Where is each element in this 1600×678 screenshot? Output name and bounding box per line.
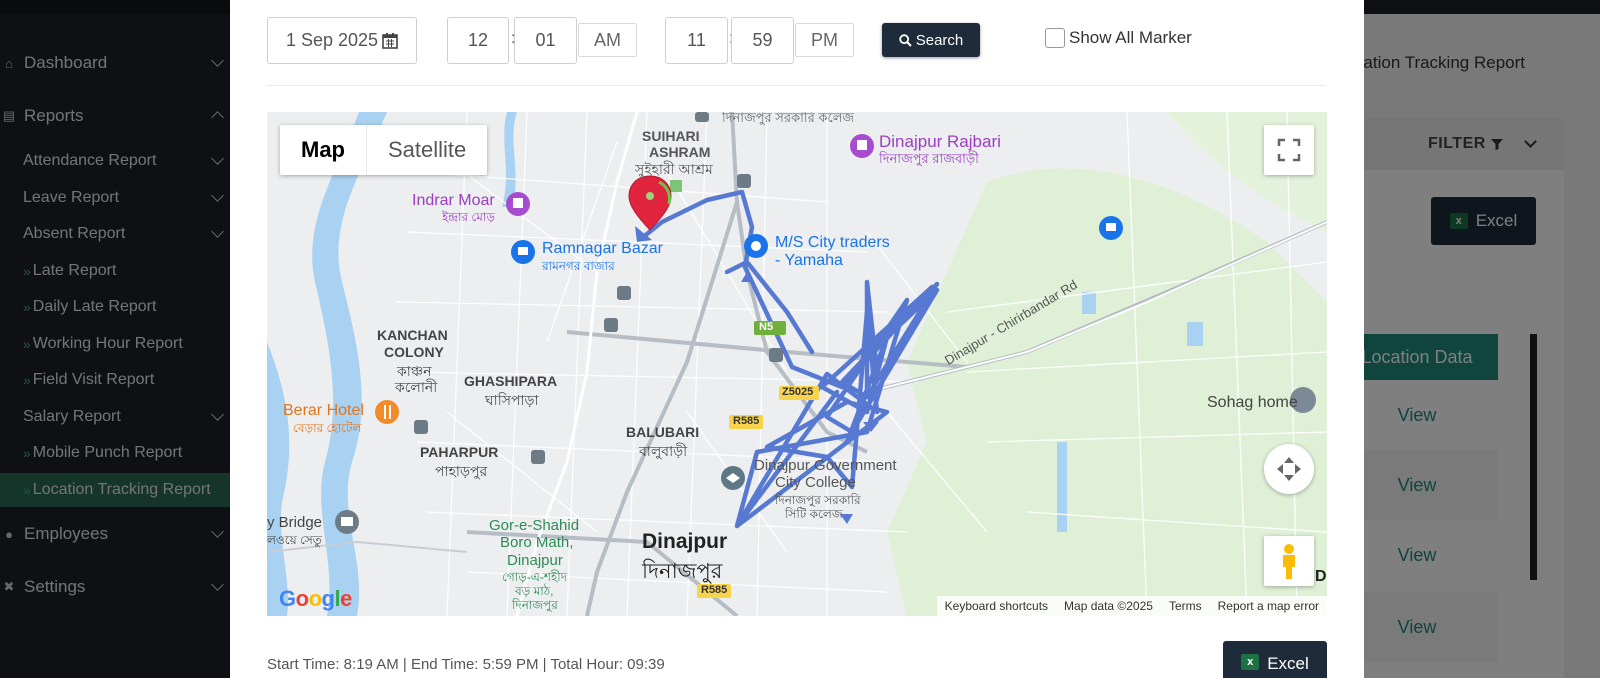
time-summary: Start Time: 8:19 AM | End Time: 5:59 PM … xyxy=(267,656,665,673)
terms-link[interactable]: Terms xyxy=(1161,599,1210,613)
map-label: বেড়ার হোটেল xyxy=(293,421,362,435)
map-label: D xyxy=(1315,568,1327,585)
fullscreen-icon xyxy=(1277,138,1301,162)
pond xyxy=(1057,442,1067,532)
map-label: KANCHAN xyxy=(377,327,448,343)
camera-control-button[interactable] xyxy=(1264,444,1314,494)
start-hour-field[interactable]: 12 xyxy=(447,17,509,64)
route-label: R585 xyxy=(701,584,728,596)
end-hour-field[interactable]: 11 xyxy=(665,17,728,64)
move-arrows-icon xyxy=(1277,457,1301,481)
map-label: ঘাসিপাড়া xyxy=(485,392,539,408)
map-type-satellite-button[interactable]: Satellite xyxy=(367,125,487,175)
end-minute-field[interactable]: 59 xyxy=(731,17,794,64)
search-icon xyxy=(899,33,912,47)
map-label: - Yamaha xyxy=(775,252,843,269)
map-label: City College xyxy=(775,474,856,491)
map-attribution: Keyboard shortcuts Map data ©2025 Terms … xyxy=(936,596,1327,616)
map-label: Berar Hotel xyxy=(283,402,364,419)
map-label: পাহাড়পুর xyxy=(435,463,488,479)
map-label: কলোনী xyxy=(395,379,438,395)
pond xyxy=(1187,322,1203,346)
map-data-text: Map data ©2025 xyxy=(1064,599,1153,613)
map-label: COLONY xyxy=(384,344,444,360)
street-view-button[interactable] xyxy=(1264,536,1314,586)
river xyxy=(267,342,290,616)
route-label: R585 xyxy=(733,415,760,427)
map-label: দিনাজপুর রাজবাড়ী xyxy=(879,151,979,166)
route-label: N5 xyxy=(759,321,774,333)
excel-label: Excel xyxy=(1267,654,1309,673)
route-label: Z5025 xyxy=(782,386,814,398)
map-label: Gor-e-Shahid xyxy=(489,517,580,534)
date-value: 1 Sep 2025 xyxy=(285,30,379,50)
show-all-marker-label[interactable]: Show All Marker xyxy=(1069,28,1192,48)
map-label: GHASHIPARA xyxy=(464,373,558,389)
map-label: Dinajpur xyxy=(642,530,728,553)
river xyxy=(312,112,387,616)
map-label: Sohag home xyxy=(1207,394,1298,411)
map-label: Dinajpur Government xyxy=(754,457,897,474)
map-type-control: Map Satellite xyxy=(280,125,488,175)
map-label: রামনগর বাজার xyxy=(542,259,615,273)
start-ampm-toggle[interactable]: AM xyxy=(578,23,637,57)
tracking-map[interactable]: SUIHARI ASHRAM সুইহারী আশ্রম দিনাজপুর সর… xyxy=(267,112,1327,616)
report-map-error-link[interactable]: Report a map error xyxy=(1210,599,1327,613)
divider xyxy=(266,85,1326,86)
show-all-marker-checkbox[interactable] xyxy=(1045,28,1065,48)
excel-export-button[interactable]: x Excel xyxy=(1223,641,1327,678)
google-logo: Google xyxy=(279,586,352,611)
map-label: y Bridge xyxy=(267,514,323,531)
keyboard-shortcuts-link[interactable]: Keyboard shortcuts xyxy=(937,599,1056,613)
map-label: Dinajpur Rajbari xyxy=(879,132,1001,151)
map-label: দিনাজপুর xyxy=(512,598,558,612)
map-label: Indrar Moar xyxy=(412,192,495,209)
start-minute-field[interactable]: 01 xyxy=(514,17,577,64)
map-label: Dinajpur xyxy=(507,552,563,569)
map-type-map-button[interactable]: Map xyxy=(280,125,367,175)
search-label: Search xyxy=(915,31,964,49)
calendar-icon xyxy=(382,33,398,49)
restaurant-marker-icon xyxy=(375,400,399,424)
map-label: BALUBARI xyxy=(626,424,700,440)
fullscreen-button[interactable] xyxy=(1264,125,1314,175)
map-label: সুইহারী আশ্রম xyxy=(635,161,713,177)
map-label: লওয়ে সেতু xyxy=(267,533,322,547)
pegman-icon xyxy=(1283,544,1295,579)
date-field[interactable]: 1 Sep 2025 xyxy=(267,17,417,64)
map-label: M/S City traders xyxy=(775,234,890,251)
end-ampm-toggle[interactable]: PM xyxy=(795,23,854,57)
map-label: SUIHARI xyxy=(642,128,700,144)
map-label: বালুবাড়ী xyxy=(639,443,688,459)
map-label: ইন্দ্রার মোড় xyxy=(442,210,495,224)
map-label: সিটি কলেজ xyxy=(785,507,843,521)
map-label: দিনাজপুর সরকারি কলেজ xyxy=(722,112,855,125)
map-label: PAHARPUR xyxy=(420,444,499,460)
location-track-modal: 1 Sep 2025 12 : 01 AM 11 : 59 PM Search … xyxy=(230,0,1364,678)
pond xyxy=(1082,292,1096,314)
excel-icon: x xyxy=(1241,654,1260,670)
map-label: Ramnagar Bazar xyxy=(542,240,663,257)
search-button[interactable]: Search xyxy=(882,23,980,57)
map-label: Boro Math, xyxy=(500,534,574,551)
